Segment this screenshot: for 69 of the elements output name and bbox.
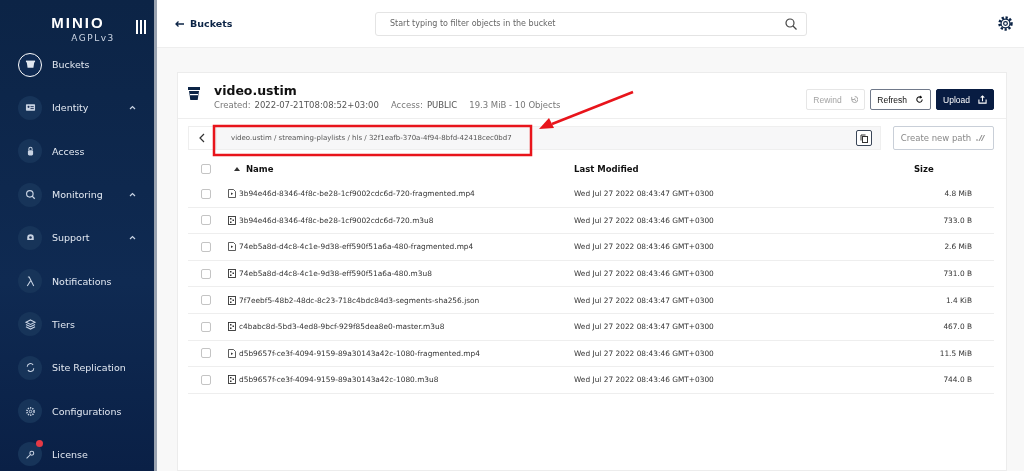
gear-icon <box>18 399 42 423</box>
sidebar-item[interactable]: Tiers <box>0 302 154 347</box>
search-icon <box>18 182 42 207</box>
row-checkbox[interactable] <box>201 374 211 385</box>
sidebar-item[interactable]: License <box>0 432 154 471</box>
row-checkbox[interactable] <box>201 348 211 359</box>
caret-icon[interactable] <box>129 192 136 198</box>
row-checkbox[interactable] <box>201 215 211 226</box>
id-icon <box>18 95 42 120</box>
upload-icon <box>978 95 987 104</box>
search-field[interactable]: Start typing to filter objects in the bucket <box>375 11 807 36</box>
created-label: Created: <box>214 100 251 110</box>
file-icon <box>228 295 236 305</box>
row-checkbox[interactable] <box>201 321 211 332</box>
slashes-icon <box>976 134 987 142</box>
caret-icon[interactable] <box>129 105 136 111</box>
lock-icon <box>18 139 42 164</box>
refresh-icon <box>915 95 925 104</box>
logo-text: MINIO <box>51 14 105 31</box>
sidebar-item[interactable]: Access <box>0 129 154 173</box>
support-icon <box>18 225 42 250</box>
row-checkbox[interactable] <box>201 268 211 279</box>
sync-icon <box>18 355 42 380</box>
menu-icon[interactable] <box>136 20 146 34</box>
back-link[interactable]: Buckets <box>175 18 375 29</box>
settings-icon[interactable] <box>997 15 1014 32</box>
layers-icon <box>18 312 42 337</box>
file-icon <box>228 269 236 279</box>
sort-arrow-icon <box>234 167 240 171</box>
sidebar-item[interactable]: Monitoring <box>0 172 154 217</box>
sidebar-item[interactable]: Site Replication <box>0 346 154 390</box>
column-header[interactable]: Last Modified <box>574 157 914 181</box>
column-header[interactable]: Size <box>914 157 994 181</box>
bucket-icon <box>188 87 200 100</box>
chevron-left-icon <box>199 133 205 143</box>
file-icon <box>228 322 236 332</box>
upload-button[interactable]: Upload <box>936 89 994 110</box>
license-label: AGPLv3 <box>71 33 115 43</box>
back-button[interactable] <box>188 126 216 150</box>
bucket-icon <box>18 52 42 77</box>
video-file-icon <box>228 348 236 358</box>
file-icon <box>228 375 236 385</box>
history-icon <box>849 95 859 104</box>
select-all-checkbox[interactable] <box>201 164 211 174</box>
copy-icon[interactable] <box>856 130 872 146</box>
caret-icon[interactable] <box>129 235 136 241</box>
usage-text: 19.3 MiB - 10 Objects <box>469 100 561 110</box>
row-checkbox[interactable] <box>201 295 211 306</box>
row-checkbox[interactable] <box>201 242 211 252</box>
create-path-button[interactable]: Create new path <box>893 126 994 150</box>
column-header[interactable]: Name <box>246 164 274 174</box>
row-checkbox[interactable] <box>201 188 211 199</box>
sidebar-item[interactable]: Configurations <box>0 389 154 433</box>
created-date: 2022-07-21T08:08:52+03:00 <box>254 100 379 110</box>
sidebar-item[interactable]: Identity <box>0 86 154 130</box>
bucket-name: video.ustim <box>214 83 298 98</box>
video-file-icon <box>228 189 236 199</box>
sidebar-item[interactable]: Notifications <box>0 259 154 303</box>
key-icon <box>18 442 42 467</box>
refresh-button[interactable]: Refresh <box>870 89 932 110</box>
video-file-icon <box>228 242 236 252</box>
sidebar-item[interactable]: Support <box>0 216 154 260</box>
lambda-icon <box>18 269 42 294</box>
sidebar-item[interactable]: Buckets <box>0 43 154 87</box>
access-value: PUBLIC <box>426 100 458 110</box>
search-icon <box>785 17 797 30</box>
arrow-left-icon <box>175 20 184 27</box>
file-icon <box>228 215 236 225</box>
access-label: Access: <box>390 100 423 110</box>
